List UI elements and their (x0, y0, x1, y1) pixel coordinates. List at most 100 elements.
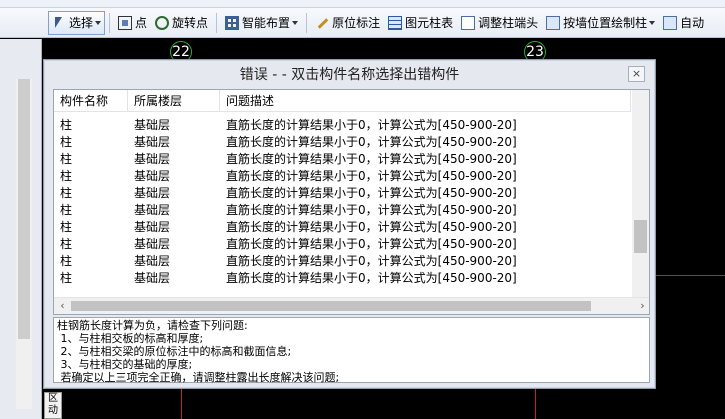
list-horizontal-scroll-thumb[interactable] (71, 301, 591, 311)
table-row[interactable]: 柱 基础层 直筋长度的计算结果小于0，计算公式为[450-900-20] (54, 270, 631, 287)
toolbar-separator (216, 12, 218, 33)
row-floor: 基础层 (134, 237, 171, 251)
error-dialog: 错误 - - 双击构件名称选择出错构件 × 构件名称 所属楼层 问题描述 柱基础… (43, 59, 656, 389)
row-floor: 基础层 (134, 186, 171, 200)
row-name: 柱 (60, 237, 73, 251)
row-description: 直筋长度的计算结果小于0，计算公式为[450-900-20] (226, 220, 517, 234)
list-header: 构件名称 所属楼层 问题描述 (54, 90, 631, 112)
table-row[interactable]: 柱 基础层 直筋长度的计算结果小于0，计算公式为[450-900-20] (54, 219, 631, 236)
row-name: 柱 (60, 271, 73, 285)
left-panel-scrollbar[interactable] (16, 79, 32, 409)
row-floor: 基础层 (134, 254, 171, 268)
row-floor: 基础层 (134, 220, 171, 234)
top-toolbar-strip (0, 0, 725, 8)
row-name: 柱 (60, 203, 73, 217)
row-name: 柱 (60, 169, 73, 183)
original-mark-label: 原位标注 (332, 16, 381, 30)
row-description: 直筋长度的计算结果小于0，计算公式为[450-900-20] (226, 254, 517, 268)
rotate-point-button[interactable]: 旋转点 (151, 11, 212, 35)
element-table-label: 图元柱表 (405, 16, 454, 30)
scroll-left-icon[interactable]: ‹ (54, 298, 71, 314)
row-floor: 基础层 (134, 118, 171, 132)
draw-by-wall-label: 按墙位置绘制柱 (563, 16, 648, 30)
row-description: 直筋长度的计算结果小于0，计算公式为[450-900-20] (226, 203, 517, 217)
hint-line: 柱钢筋长度计算为负，请检查下列问题: (57, 319, 248, 332)
error-list[interactable]: 构件名称 所属楼层 问题描述 柱基础层 直筋长度的计算结果小于0，计算公式为[45… (53, 89, 650, 315)
scroll-right-icon[interactable]: › (634, 298, 649, 314)
select-tool-label: 选择 (69, 16, 94, 30)
chevron-down-icon (292, 20, 299, 25)
column-icon (546, 15, 561, 30)
rotate-icon (155, 15, 170, 30)
close-button[interactable]: × (628, 66, 645, 82)
table-row[interactable]: 柱 基础层 直筋长度的计算结果小于0，计算公式为[450-900-20] (54, 185, 631, 202)
row-description: 直筋长度的计算结果小于0，计算公式为[450-900-20] (226, 237, 517, 251)
document-icon (461, 15, 476, 30)
row-description: 直筋长度的计算结果小于0，计算公式为[450-900-20] (226, 271, 517, 285)
chevron-down-icon (649, 20, 656, 25)
auto-icon (663, 15, 678, 30)
table-row[interactable]: 柱 基础层 直筋长度的计算结果小于0，计算公式为[450-900-20] (54, 236, 631, 253)
list-vertical-scrollbar[interactable] (632, 90, 649, 298)
table-row[interactable]: 柱 基础层 直筋长度的计算结果小于0，计算公式为[450-900-20] (54, 202, 631, 219)
table-row[interactable]: 柱 基础层 直筋长度的计算结果小于0，计算公式为[450-900-20] (54, 168, 631, 185)
auto-button[interactable]: 自动 (659, 11, 708, 35)
table-row[interactable]: 柱 基础层 直筋长度的计算结果小于0，计算公式为[450-900-20] (54, 151, 631, 168)
row-name: 柱 (60, 118, 73, 132)
hint-line: 2、与柱相交梁的原位标注中的标高和截面信息; (57, 345, 292, 358)
auto-label: 自动 (680, 16, 705, 30)
rotate-point-label: 旋转点 (172, 16, 209, 30)
hint-textbox: 柱钢筋长度计算为负，请检查下列问题: 1、与柱相交板的标高和厚度; 2、与柱相交… (53, 317, 650, 384)
element-table-button[interactable]: 图元柱表 (384, 11, 457, 35)
row-name: 柱 (60, 254, 73, 268)
row-name: 柱 (60, 135, 73, 149)
point-tool-label: 点 (135, 16, 148, 30)
list-vertical-scroll-thumb[interactable] (634, 220, 647, 253)
list-rows: 柱基础层 直筋长度的计算结果小于0，计算公式为[450-900-20] 柱基础层直… (54, 117, 631, 287)
column-header-floor[interactable]: 所属楼层 (128, 90, 220, 112)
select-tool-button[interactable]: 选择 (48, 10, 106, 35)
row-floor: 基础层 (134, 135, 171, 149)
toolbar-separator (109, 12, 111, 33)
dialog-title: 错误 - - 双击构件名称选择出错构件 (239, 67, 460, 83)
table-row[interactable]: 柱 基础层 直筋长度的计算结果小于0，计算公式为[450-900-20] (54, 134, 631, 151)
smart-layout-button[interactable]: 智能布置 (221, 11, 302, 35)
draw-by-wall-button[interactable]: 按墙位置绘制柱 (542, 11, 659, 35)
adjust-column-end-button[interactable]: 调整柱端头 (457, 11, 542, 35)
row-description: 直筋长度的计算结果小于0，计算公式为[450-900-20] (226, 169, 517, 183)
grid-icon (225, 15, 240, 30)
list-horizontal-scrollbar[interactable]: ‹ › (54, 297, 649, 314)
table-icon (388, 15, 403, 30)
chevron-down-icon (95, 20, 102, 25)
hint-line: 3、与柱相交的基础的厚度; (57, 358, 193, 371)
row-description: 直筋长度的计算结果小于0，计算公式为[450-900-20] (226, 186, 517, 200)
left-panel (0, 39, 42, 419)
toolbar-separator (306, 12, 308, 33)
point-icon (118, 15, 133, 30)
row-name: 柱 (60, 220, 73, 234)
row-description: 直筋长度的计算结果小于0，计算公式为[450-900-20] (226, 118, 517, 132)
smart-layout-label: 智能布置 (242, 16, 291, 30)
hint-line: 若确定以上三项完全正确，请调整柱露出长度解决该问题; (57, 371, 340, 384)
table-row[interactable]: 柱 基础层 直筋长度的计算结果小于0，计算公式为[450-900-20] (54, 253, 631, 270)
row-description: 直筋长度的计算结果小于0，计算公式为[450-900-20] (226, 152, 517, 166)
column-header-name[interactable]: 构件名称 (54, 90, 128, 112)
original-mark-button[interactable]: 原位标注 (311, 11, 384, 35)
row-floor: 基础层 (134, 152, 171, 166)
grid-line-horizontal (654, 275, 725, 276)
main-toolbar: 选择 点 旋转点 智能布置 原位标注 图元柱表 调整柱端头 按墙位置绘制柱 自动 (0, 8, 725, 38)
row-floor: 基础层 (134, 271, 171, 285)
row-floor: 基础层 (134, 203, 171, 217)
bottom-side-button[interactable]: 区动 (44, 392, 62, 419)
adjust-column-end-label: 调整柱端头 (478, 16, 539, 30)
pointer-arrow-icon (52, 16, 66, 30)
row-floor: 基础层 (134, 169, 171, 183)
row-name: 柱 (60, 186, 73, 200)
pencil-icon (315, 16, 329, 30)
hint-line: 1、与柱相交板的标高和厚度; (57, 332, 204, 345)
column-header-description[interactable]: 问题描述 (220, 90, 631, 112)
row-description: 直筋长度的计算结果小于0，计算公式为[450-900-20] (226, 135, 517, 149)
left-panel-scroll-thumb[interactable] (18, 79, 30, 339)
table-row[interactable]: 柱 基础层 直筋长度的计算结果小于0，计算公式为[450-900-20] (54, 117, 631, 134)
point-tool-button[interactable]: 点 (114, 11, 151, 35)
